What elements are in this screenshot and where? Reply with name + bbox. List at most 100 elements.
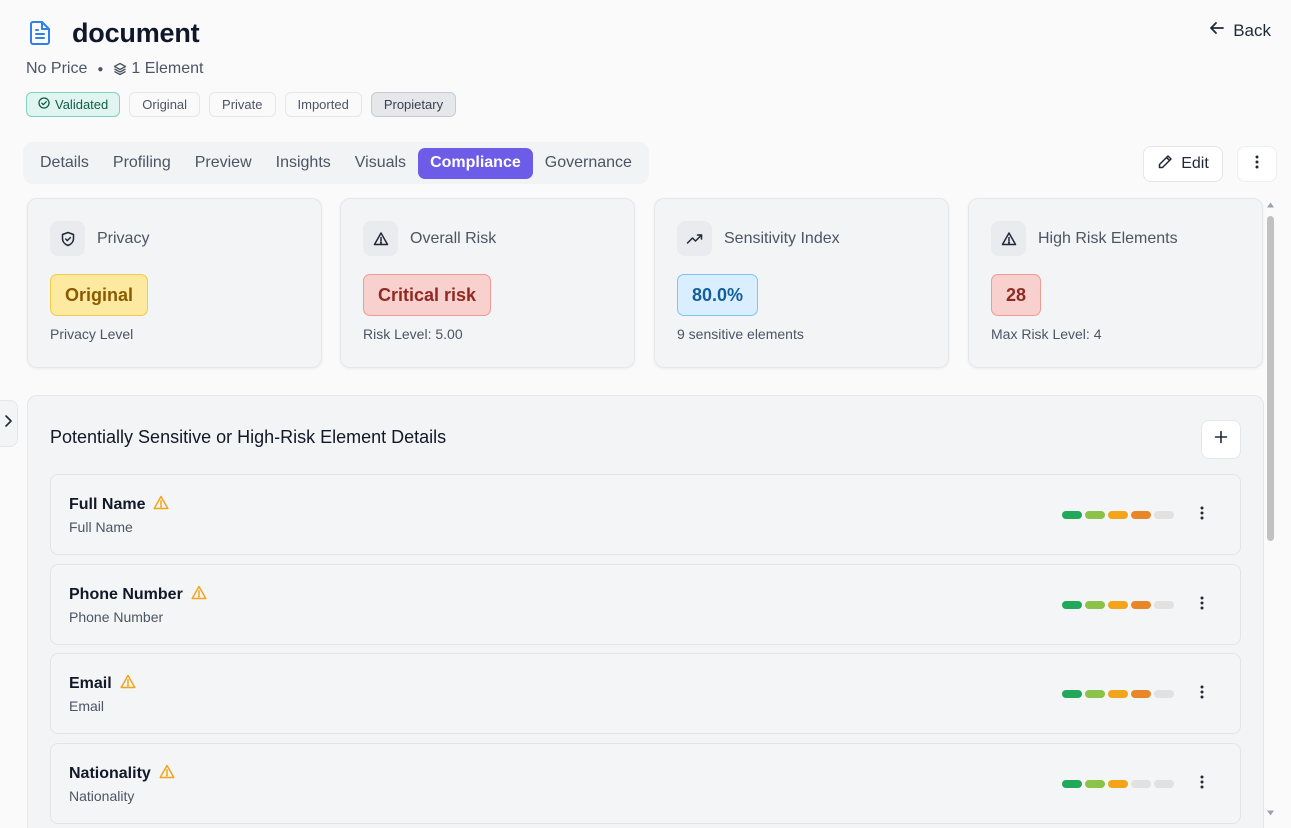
element-name: Phone Number xyxy=(69,586,183,603)
row-more-button[interactable] xyxy=(1190,503,1214,527)
overall-risk-card: Overall Risk Critical risk Risk Level: 5… xyxy=(340,198,635,368)
element-subtitle: Email xyxy=(69,698,105,714)
risk-level-bar xyxy=(1062,690,1174,698)
back-label: Back xyxy=(1233,20,1271,40)
sidebar-toggle-button[interactable] xyxy=(0,400,18,447)
element-subtitle: Nationality xyxy=(69,788,135,804)
warning-icon xyxy=(191,585,207,605)
check-circle-icon xyxy=(38,97,50,112)
card-label: High Risk Elements xyxy=(1038,229,1178,247)
warning-icon xyxy=(153,495,170,515)
card-label: Overall Risk xyxy=(410,229,497,247)
tab-bar: Details Profiling Preview Insights Visua… xyxy=(23,142,649,184)
high-risk-elements-value: 28 xyxy=(991,274,1042,316)
risk-segment xyxy=(1085,780,1105,788)
document-icon xyxy=(26,19,54,47)
risk-segment xyxy=(1131,690,1151,698)
risk-segment xyxy=(1154,511,1174,519)
list-item[interactable]: Nationality Nationality xyxy=(50,743,1241,824)
tab-visuals[interactable]: Visuals xyxy=(343,148,418,179)
page-header: document Back No Price ● 1 Element Valid… xyxy=(26,16,1271,117)
risk-segment xyxy=(1108,601,1128,609)
more-options-button[interactable] xyxy=(1237,146,1277,182)
risk-segment xyxy=(1062,690,1082,698)
back-button[interactable]: Back xyxy=(1209,20,1271,41)
risk-segment xyxy=(1108,780,1128,788)
row-more-button[interactable] xyxy=(1190,593,1214,617)
element-name: Full Name xyxy=(69,496,146,513)
risk-segment xyxy=(1062,601,1082,609)
risk-segment xyxy=(1154,690,1174,698)
separator-dot: ● xyxy=(97,63,104,75)
plus-icon xyxy=(1214,430,1228,449)
risk-segment xyxy=(1131,511,1151,519)
row-more-button[interactable] xyxy=(1190,682,1214,706)
risk-level-bar xyxy=(1062,780,1174,788)
risk-segment xyxy=(1062,780,1082,788)
card-sub: 9 sensitive elements xyxy=(677,326,804,342)
list-item[interactable]: Full Name Full Name xyxy=(50,474,1241,555)
more-vertical-icon xyxy=(1200,506,1204,525)
badge-imported: Imported xyxy=(284,92,362,117)
risk-level-bar xyxy=(1062,511,1174,519)
list-item[interactable]: Phone Number Phone Number xyxy=(50,564,1241,645)
tab-compliance[interactable]: Compliance xyxy=(418,147,533,179)
card-sub: Max Risk Level: 4 xyxy=(991,326,1102,342)
page-title: document xyxy=(72,17,200,48)
privacy-value: Original xyxy=(50,274,149,316)
card-label: Privacy xyxy=(97,229,150,247)
add-element-button[interactable] xyxy=(1201,420,1241,459)
vertical-scrollbar-thumb[interactable] xyxy=(1267,216,1274,541)
warning-icon xyxy=(363,221,398,256)
tab-profiling[interactable]: Profiling xyxy=(101,148,183,179)
layers-icon xyxy=(113,62,127,76)
edit-button[interactable]: Edit xyxy=(1143,146,1223,182)
card-sub: Risk Level: 5.00 xyxy=(363,326,463,342)
risk-segment xyxy=(1108,511,1128,519)
scroll-down-arrow[interactable] xyxy=(1266,804,1275,822)
elements-count: 1 Element xyxy=(131,60,204,77)
list-item[interactable]: Email Email xyxy=(50,653,1241,734)
sensitivity-index-value: 80.0% xyxy=(677,274,759,316)
badge-validated: Validated xyxy=(26,92,121,117)
tab-governance[interactable]: Governance xyxy=(533,148,644,179)
risk-segment xyxy=(1062,511,1082,519)
badge-proprietary: Propietary xyxy=(370,92,457,117)
risk-segment xyxy=(1085,601,1105,609)
scroll-up-arrow[interactable] xyxy=(1266,196,1275,214)
badge-list: Validated Original Private Imported Prop… xyxy=(26,92,1271,117)
privacy-card: Privacy Original Privacy Level xyxy=(27,198,322,368)
element-name: Nationality xyxy=(69,765,151,782)
overall-risk-value: Critical risk xyxy=(363,274,492,316)
card-label: Sensitivity Index xyxy=(724,229,840,247)
risk-segment xyxy=(1085,511,1105,519)
tab-details[interactable]: Details xyxy=(28,148,101,179)
warning-icon xyxy=(159,764,175,784)
sensitivity-index-card: Sensitivity Index 80.0% 9 sensitive elem… xyxy=(654,198,949,368)
element-name: Email xyxy=(69,675,112,692)
card-sub: Privacy Level xyxy=(50,326,134,342)
tab-insights[interactable]: Insights xyxy=(264,148,343,179)
risk-segment xyxy=(1154,780,1174,788)
more-vertical-icon xyxy=(1200,775,1204,794)
sensitive-elements-panel: Potentially Sensitive or High-Risk Eleme… xyxy=(27,395,1264,828)
more-vertical-icon xyxy=(1200,685,1204,704)
more-vertical-icon xyxy=(1200,596,1204,615)
chevron-right-icon xyxy=(3,414,13,433)
element-subtitle: Phone Number xyxy=(69,609,164,625)
edit-label: Edit xyxy=(1181,155,1209,172)
risk-segment xyxy=(1131,780,1151,788)
badge-private: Private xyxy=(209,92,276,117)
arrow-left-icon xyxy=(1209,20,1225,41)
warning-icon xyxy=(991,221,1026,256)
row-more-button[interactable] xyxy=(1190,772,1214,796)
panel-title: Potentially Sensitive or High-Risk Eleme… xyxy=(50,427,447,447)
meta-row: No Price ● 1 Element xyxy=(26,60,1271,78)
more-vertical-icon xyxy=(1255,155,1259,174)
high-risk-elements-card: High Risk Elements 28 Max Risk Level: 4 xyxy=(968,198,1263,368)
tab-preview[interactable]: Preview xyxy=(183,148,264,179)
price-text: No Price xyxy=(26,60,88,77)
badge-label: Validated xyxy=(55,97,109,112)
risk-level-bar xyxy=(1062,601,1174,609)
trending-up-icon xyxy=(677,221,712,256)
